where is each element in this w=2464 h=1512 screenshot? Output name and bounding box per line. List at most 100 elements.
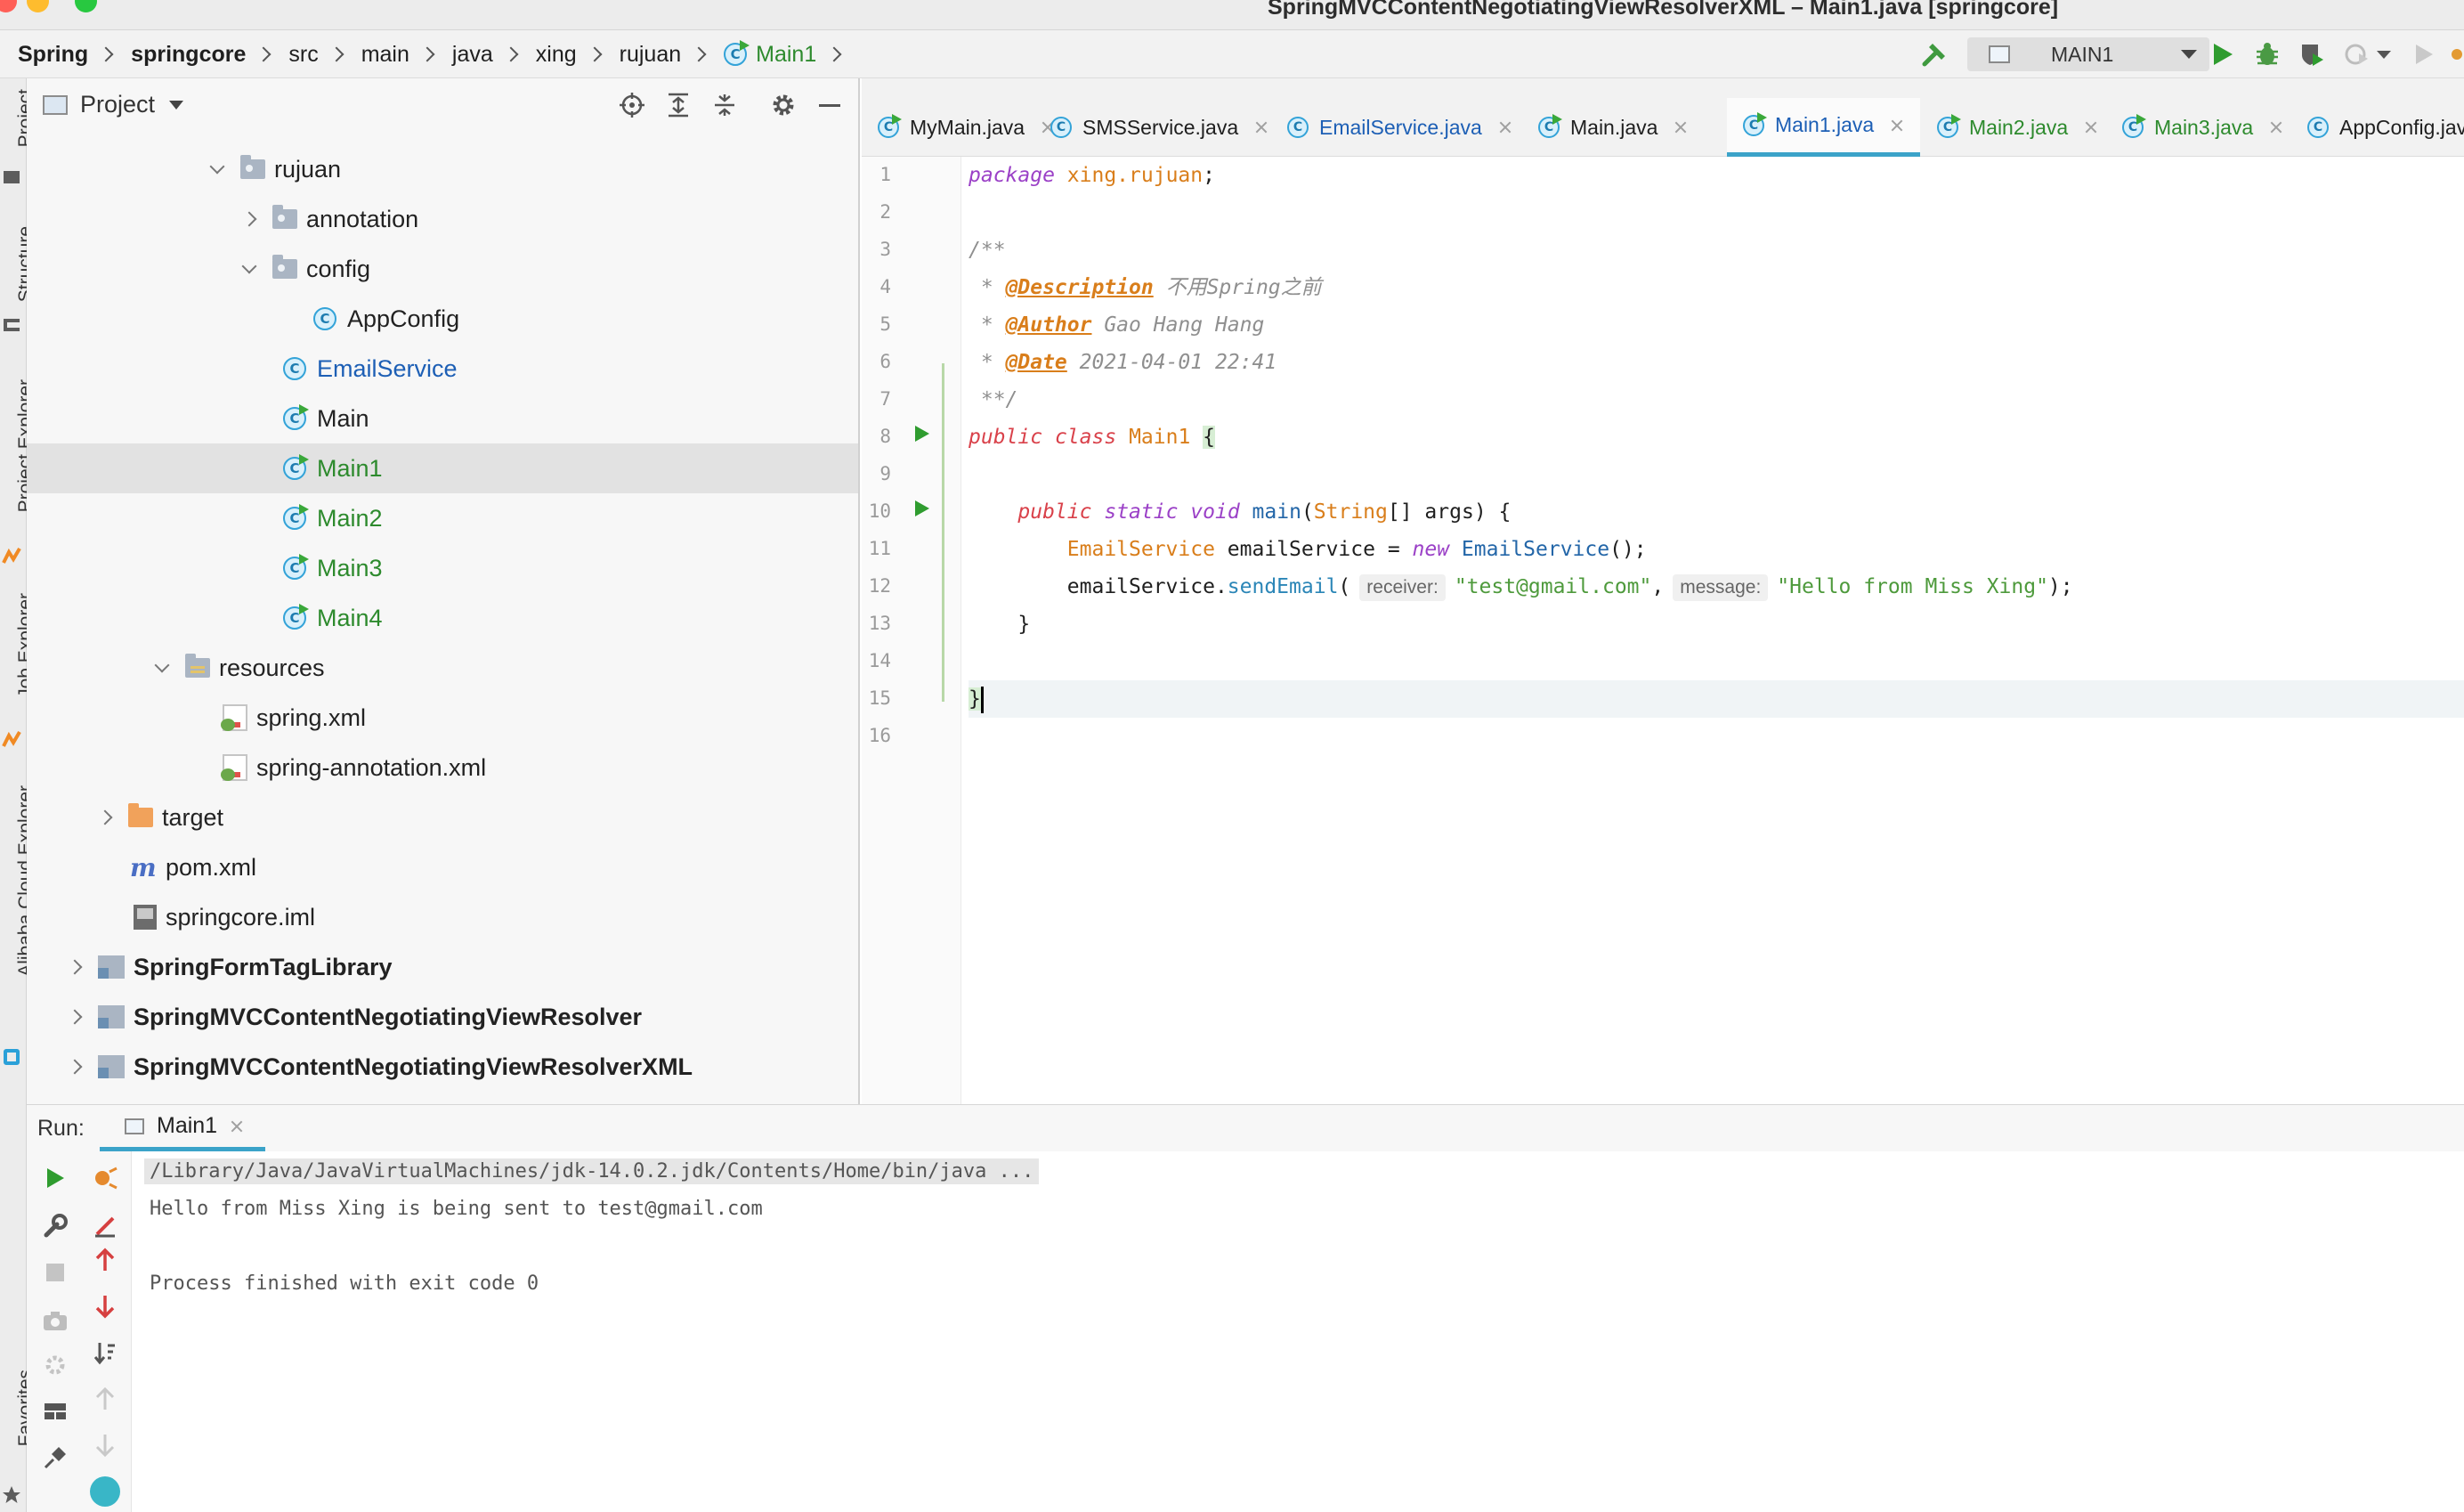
tool-tab-favorites[interactable]: Favorites: [0, 1370, 36, 1485]
tree-node-main1[interactable]: C Main1: [27, 443, 858, 493]
zoom-window-button[interactable]: [75, 0, 97, 12]
camera-icon[interactable]: [39, 1305, 71, 1337]
run-tab-main1[interactable]: Main1: [100, 1105, 265, 1151]
breadcrumb-item-java[interactable]: java: [452, 42, 493, 68]
pin-icon[interactable]: [39, 1442, 71, 1474]
tree-node-pom-xml[interactable]: m pom.xml: [27, 842, 858, 892]
run-class-gutter-icon[interactable]: [915, 426, 929, 442]
sort-icon[interactable]: [89, 1337, 121, 1369]
code-line-5: * @Author Gao Hang Hang: [969, 313, 1265, 337]
runnable-class-icon: C: [283, 604, 309, 630]
tool-tab-project-explorer[interactable]: Project Explorer: [0, 379, 36, 557]
tree-node-annotation[interactable]: annotation: [27, 194, 858, 244]
tool-tab-structure[interactable]: Structure: [0, 226, 36, 324]
run-button[interactable]: [2208, 39, 2238, 69]
breadcrumb-item-xing[interactable]: xing: [536, 42, 577, 68]
console-command-line[interactable]: /Library/Java/JavaVirtualMachines/jdk-14…: [144, 1158, 1040, 1184]
code-area[interactable]: package xing.rujuan; /** * @Description …: [969, 157, 2464, 1104]
editor-tab-main1[interactable]: C Main1.java: [1727, 98, 1921, 157]
line-number: 10: [868, 500, 891, 522]
breadcrumb-item-src[interactable]: src: [288, 42, 318, 68]
close-window-button[interactable]: [0, 0, 17, 12]
tree-node-spring-annotation-xml[interactable]: spring-annotation.xml: [27, 743, 858, 793]
tree-node-target[interactable]: target: [27, 793, 858, 842]
profiler-icon[interactable]: [2341, 39, 2371, 69]
editor-tab-appconfig[interactable]: C AppConfig.java: [2291, 98, 2464, 157]
editor-tab-smsservice[interactable]: C SMSService.java: [1034, 98, 1285, 157]
editor-tab-emailservice[interactable]: C EmailService.java: [1271, 98, 1528, 157]
close-icon[interactable]: [1254, 120, 1268, 134]
run-with-coverage-icon[interactable]: [2297, 39, 2327, 69]
tree-node-config[interactable]: config: [27, 244, 858, 294]
tool-tab-job-explorer[interactable]: Job Explorer: [0, 593, 36, 736]
editor-tab-main[interactable]: C Main.java: [1522, 98, 1704, 157]
close-icon[interactable]: [1498, 120, 1512, 134]
breadcrumb-item-main[interactable]: main: [361, 42, 409, 68]
close-icon[interactable]: [2084, 120, 2098, 134]
tree-node-resources[interactable]: resources: [27, 643, 858, 693]
breadcrumb-item-main1[interactable]: Main1: [756, 42, 816, 68]
chevron-down-icon: [169, 100, 184, 110]
gear-icon[interactable]: [769, 91, 798, 119]
tree-node-main4[interactable]: C Main4: [27, 593, 858, 643]
tree-node-springcore-iml[interactable]: springcore.iml: [27, 892, 858, 942]
run-disabled-icon[interactable]: [2409, 39, 2439, 69]
tree-node-appconfig[interactable]: C AppConfig: [27, 294, 858, 344]
wrench-icon[interactable]: [39, 1210, 71, 1242]
close-icon[interactable]: [2269, 120, 2283, 134]
expand-all-icon[interactable]: [664, 91, 693, 119]
run-method-gutter-icon[interactable]: [915, 500, 929, 516]
arrow-down-disabled-icon[interactable]: [89, 1429, 121, 1461]
close-icon[interactable]: [230, 1119, 244, 1134]
arrow-up-disabled-icon[interactable]: [89, 1383, 121, 1415]
tree-node-label: spring-annotation.xml: [256, 753, 487, 781]
code-line-6: * @Date 2021-04-01 22:41: [969, 351, 1277, 374]
tree-node-spring-xml[interactable]: spring.xml: [27, 693, 858, 743]
iml-file-icon: [134, 905, 157, 930]
chevron-down-icon[interactable]: [2375, 39, 2393, 69]
tree-node-springmvc-cnvr[interactable]: SpringMVCContentNegotiatingViewResolver: [27, 992, 858, 1042]
minimize-window-button[interactable]: [27, 0, 49, 12]
clear-output-icon[interactable]: [89, 1210, 121, 1242]
editor-tab-main3[interactable]: C Main3.java: [2106, 98, 2299, 157]
collapse-all-icon[interactable]: [710, 91, 739, 119]
runnable-class-icon: C: [283, 454, 309, 480]
tree-node-emailservice[interactable]: C EmailService: [27, 344, 858, 394]
breadcrumb-item-spring[interactable]: Spring: [18, 42, 88, 68]
tree-node-rujuan[interactable]: rujuan: [27, 144, 858, 194]
tree-node-main3[interactable]: C Main3: [27, 543, 858, 593]
arrow-up-icon[interactable]: [89, 1244, 121, 1276]
code-line-8: public class Main1 {: [969, 426, 1216, 449]
locate-file-icon[interactable]: [618, 91, 646, 119]
tool-tab-alibaba-cloud-explorer[interactable]: Alibaba Cloud Explorer: [0, 785, 36, 1053]
rerun-button[interactable]: [39, 1162, 71, 1194]
debug-icon[interactable]: [89, 1162, 121, 1194]
settings-gear-icon[interactable]: [39, 1349, 71, 1381]
module-icon: [98, 1005, 125, 1028]
editor-tab-main2[interactable]: C Main2.java: [1921, 98, 2114, 157]
chevron-down-icon: [209, 159, 225, 175]
close-icon[interactable]: [1890, 118, 1904, 133]
tool-tab-project[interactable]: Project: [0, 89, 36, 178]
tree-node-main2[interactable]: C Main2: [27, 493, 858, 543]
run-configuration-selector[interactable]: MAIN1: [1967, 37, 2209, 71]
project-view-selector[interactable]: Project: [43, 91, 184, 118]
stop-button[interactable]: [39, 1256, 71, 1288]
spring-xml-icon: [221, 754, 247, 781]
close-icon[interactable]: [1674, 120, 1688, 134]
tree-node-springformtaglibrary[interactable]: SpringFormTagLibrary: [27, 942, 858, 992]
tree-node-main[interactable]: C Main: [27, 394, 858, 443]
tree-node-label: Main3: [317, 554, 383, 581]
layout-icon[interactable]: [39, 1395, 71, 1427]
breadcrumb-item-rujuan[interactable]: rujuan: [620, 42, 682, 68]
arrow-down-icon[interactable]: [89, 1290, 121, 1322]
debug-bug-icon[interactable]: [2252, 39, 2282, 69]
build-hammer-icon[interactable]: [1919, 39, 1949, 69]
notification-icon[interactable]: [2450, 39, 2464, 69]
soft-wrap-icon[interactable]: [89, 1475, 121, 1508]
console-output[interactable]: /Library/Java/JavaVirtualMachines/jdk-14…: [132, 1151, 2464, 1512]
tree-node-springmvc-cnvr-xml[interactable]: SpringMVCContentNegotiatingViewResolverX…: [27, 1042, 858, 1092]
breadcrumb-item-springcore[interactable]: springcore: [131, 42, 246, 68]
hide-panel-icon[interactable]: [815, 91, 844, 119]
folder-icon: [4, 171, 20, 183]
